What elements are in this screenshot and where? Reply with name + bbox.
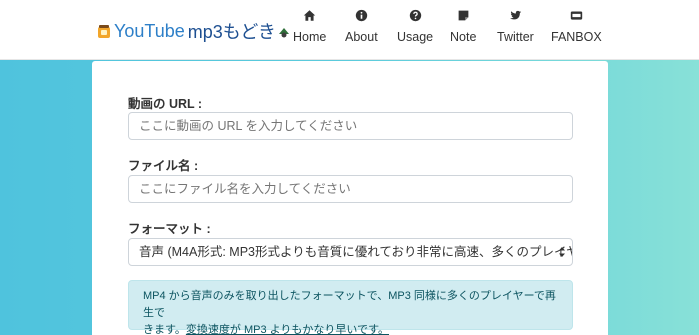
note-icon <box>458 10 469 21</box>
nav-label-note: Note <box>450 30 477 44</box>
format-select[interactable]: 音声 (M4A形式: MP3形式よりも音質に優れており非常に高速、多くのプレイヤ <box>128 238 573 266</box>
nav-label-twitter: Twitter <box>497 30 534 44</box>
url-input[interactable] <box>128 112 573 140</box>
nav-label-fanbox: FANBOX <box>551 30 602 44</box>
cup-icon <box>98 24 110 38</box>
nav-label-usage: Usage <box>397 30 434 44</box>
mascot-icon <box>278 28 289 38</box>
info-text-line-1: MP4 から音声のみを取り出したフォーマットで、MP3 同様に多くのプレイヤーで… <box>143 290 556 319</box>
format-info-alert: MP4 から音声のみを取り出したフォーマットで、MP3 同様に多くのプレイヤーで… <box>128 280 573 335</box>
filename-label: ファイル名 : <box>128 159 199 173</box>
nav-fanbox[interactable]: FANBOX <box>551 9 602 49</box>
nav-label-home: Home <box>293 30 327 44</box>
brand-logo[interactable]: YouTube mp3もどき <box>96 17 291 45</box>
converter-form-card: 動画の URL : ファイル名 : フォーマット : 音声 (M4A形式: MP… <box>92 61 608 335</box>
select-arrows-icon <box>559 247 565 257</box>
nav-note[interactable]: Note <box>450 9 476 49</box>
fanbox-icon <box>570 11 583 20</box>
format-selected-value: 音声 (M4A形式: MP3形式よりも音質に優れており非常に高速、多くのプレイヤ <box>139 245 573 259</box>
speed-info-link[interactable]: 変換速度が MP3 よりもかなり早いです。 <box>186 324 389 335</box>
question-circle-icon <box>409 9 421 22</box>
info-circle-icon <box>355 9 368 22</box>
url-label: 動画の URL : <box>128 97 203 111</box>
nav-usage[interactable]: Usage <box>397 9 433 49</box>
brand-title-mp3: mp3もどき <box>187 22 276 42</box>
filename-input[interactable] <box>128 175 573 203</box>
format-label: フォーマット : <box>128 222 211 236</box>
info-text-line-2: きます。変換速度が MP3 よりもかなり早いです。 <box>143 322 562 335</box>
nav-twitter[interactable]: Twitter <box>497 9 534 49</box>
nav-label-about: About <box>345 30 378 44</box>
info-text-line-2-start: きます。 <box>143 324 186 335</box>
top-navbar: YouTube mp3もどき Home About Usage Note Twi… <box>0 0 699 60</box>
brand-title-youtube: YouTube <box>114 20 185 41</box>
home-icon <box>303 10 316 21</box>
twitter-icon <box>509 10 522 20</box>
nav-home[interactable]: Home <box>293 9 326 49</box>
nav-about[interactable]: About <box>345 9 378 49</box>
